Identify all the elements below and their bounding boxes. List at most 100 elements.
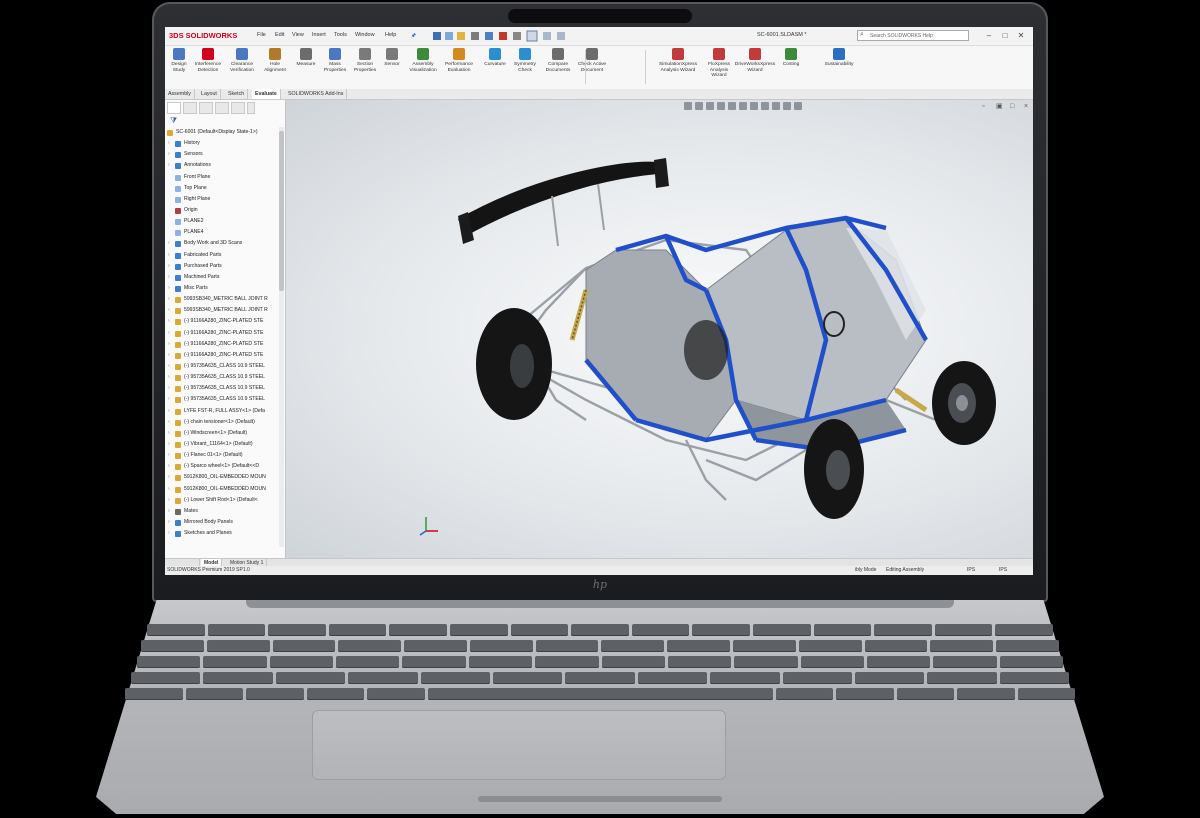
expand-arrow-icon[interactable]: ›	[168, 350, 170, 361]
key[interactable]	[798, 640, 862, 652]
key[interactable]	[601, 656, 665, 668]
key[interactable]	[535, 656, 599, 668]
tree-item[interactable]: › (-) Vibrant_11164<1> (Default)	[165, 439, 279, 450]
ribbon-button-assembly-visualization[interactable]: Assembly Visualization	[407, 48, 439, 88]
expand-arrow-icon[interactable]: ›	[168, 484, 170, 495]
tree-item[interactable]: › Body Work and 3D Scans	[165, 238, 279, 249]
tree-item[interactable]: › Mirrored Body Panels	[165, 517, 279, 528]
key[interactable]	[469, 640, 533, 652]
expand-arrow-icon[interactable]: ›	[168, 316, 170, 327]
feature-manager-tab[interactable]	[167, 102, 181, 114]
property-manager-tab[interactable]	[183, 102, 197, 114]
key[interactable]	[933, 656, 997, 668]
key[interactable]	[137, 656, 201, 668]
tree-scrollbar[interactable]	[279, 127, 284, 547]
key[interactable]	[185, 688, 243, 700]
filter-icon[interactable]: ⧩	[170, 117, 178, 125]
key[interactable]	[328, 624, 387, 636]
key[interactable]	[874, 624, 932, 636]
tab-layout[interactable]: Layout	[198, 89, 221, 99]
tree-item[interactable]: › Fabricated Parts	[165, 250, 279, 261]
ribbon-button-check-active-document[interactable]: Check Active Document	[575, 48, 609, 88]
ribbon-button-curvature[interactable]: Curvature	[481, 48, 509, 88]
expand-arrow-icon[interactable]: ›	[168, 238, 170, 249]
tree-item[interactable]: › (-) Windscreen<1> (Default)	[165, 428, 279, 439]
display-manager-tab[interactable]	[231, 102, 245, 114]
expand-arrow-icon[interactable]: ›	[168, 361, 170, 372]
key[interactable]	[468, 656, 533, 668]
ribbon-button-symmetry-check[interactable]: Symmetry Check	[510, 48, 540, 88]
expand-arrow-icon[interactable]: ›	[168, 495, 170, 506]
expand-arrow-icon[interactable]: ›	[168, 506, 170, 517]
menu-help[interactable]: Help	[385, 32, 396, 38]
key[interactable]	[1017, 688, 1075, 700]
key[interactable]	[565, 672, 635, 684]
key[interactable]	[999, 672, 1070, 684]
key[interactable]	[272, 640, 336, 652]
key[interactable]	[207, 624, 266, 636]
key[interactable]	[957, 688, 1015, 700]
expand-arrow-icon[interactable]: ›	[168, 149, 170, 160]
key[interactable]	[367, 688, 425, 700]
tree-item[interactable]: › (-) chain tensioner<1> (Default)	[165, 417, 279, 428]
expand-arrow-icon[interactable]: ›	[168, 272, 170, 283]
tree-item[interactable]: › (-) 91166A280_ZINC-PLATED STE	[165, 316, 279, 327]
key[interactable]	[927, 672, 997, 684]
key[interactable]	[782, 672, 852, 684]
panel-expand-tab[interactable]	[247, 102, 255, 114]
ribbon-button-sensor[interactable]: Sensor	[381, 48, 403, 88]
tree-item[interactable]: › LYFE FST-R, FULL ASSY<1> (Defa	[165, 406, 279, 417]
quick-access-toolbar[interactable]	[431, 30, 571, 42]
key[interactable]	[864, 640, 928, 652]
menu-view[interactable]: View	[292, 32, 304, 38]
key[interactable]	[710, 672, 780, 684]
expand-arrow-icon[interactable]: ›	[168, 528, 170, 539]
ribbon-button-sustainability[interactable]: Sustainability	[821, 48, 857, 88]
tree-root[interactable]: SC-6001 (Default<Display State-1>)	[165, 127, 279, 138]
tab-solidworks-add-ins[interactable]: SOLIDWORKS Add-Ins	[285, 89, 348, 99]
expand-arrow-icon[interactable]: ›	[168, 406, 170, 417]
key[interactable]	[571, 624, 629, 636]
tree-item[interactable]: › (-) 95735A635_CLASS 10.9 STEEL	[165, 372, 279, 383]
key[interactable]	[147, 624, 205, 636]
menu-insert[interactable]: Insert	[312, 32, 326, 38]
menu-tools[interactable]: Tools	[334, 32, 347, 38]
ribbon-button-floxpress-analysis-wizard[interactable]: FloXpress Analysis Wizard	[703, 48, 735, 88]
key[interactable]	[692, 624, 750, 636]
expand-arrow-icon[interactable]: ›	[168, 283, 170, 294]
expand-arrow-icon[interactable]: ›	[168, 461, 170, 472]
tree-item[interactable]: › Mates	[165, 506, 279, 517]
key[interactable]	[996, 640, 1059, 652]
dimxpert-manager-tab[interactable]	[215, 102, 229, 114]
key[interactable]	[338, 640, 402, 652]
ribbon-button-clearance-verification[interactable]: Clearance Verification	[225, 48, 259, 88]
key[interactable]	[404, 640, 467, 652]
ribbon-button-hole-alignment[interactable]: Hole Alignment	[261, 48, 289, 88]
key[interactable]	[203, 656, 267, 668]
key[interactable]	[268, 624, 326, 636]
key[interactable]	[866, 656, 931, 668]
ribbon-button-mass-properties[interactable]: Mass Properties	[321, 48, 349, 88]
status-units-2[interactable]: IPS	[999, 566, 1007, 575]
pin-icon[interactable]: 🖈	[411, 32, 416, 41]
tree-item[interactable]: PLANE4	[165, 227, 279, 238]
menu-edit[interactable]: Edit	[275, 32, 284, 38]
key[interactable]	[141, 640, 204, 652]
key[interactable]	[535, 640, 599, 652]
key[interactable]	[854, 672, 925, 684]
ribbon-button-measure[interactable]: Measure	[293, 48, 319, 88]
tree-item[interactable]: › 5912K800_OIL-EMBEDDED MOUN	[165, 472, 279, 483]
expand-arrow-icon[interactable]: ›	[168, 394, 170, 405]
key[interactable]	[449, 624, 508, 636]
tree-item[interactable]: › (-) 95735A635_CLASS 10.9 STEEL	[165, 383, 279, 394]
help-search-input[interactable]: Search SOLIDWORKS Help	[857, 30, 969, 41]
key[interactable]	[206, 640, 270, 652]
expand-arrow-icon[interactable]: ›	[168, 294, 170, 305]
tab-assembly[interactable]: Assembly	[165, 89, 195, 99]
ribbon-button-performance-evaluation[interactable]: Performance Evaluation	[441, 48, 477, 88]
tree-item[interactable]: › Machined Parts	[165, 272, 279, 283]
tree-item[interactable]: › Sensors	[165, 149, 279, 160]
tab-sketch[interactable]: Sketch	[225, 89, 249, 99]
tree-scrollbar-thumb[interactable]	[279, 131, 284, 291]
menu-window[interactable]: Window	[355, 32, 375, 38]
